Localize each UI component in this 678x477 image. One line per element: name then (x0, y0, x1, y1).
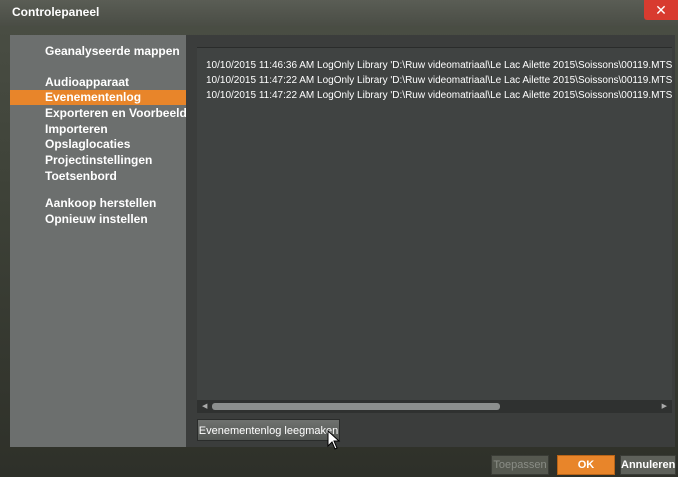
close-icon: ✕ (655, 2, 667, 18)
sidebar-item-evenementenlog[interactable]: Evenementenlog (10, 90, 186, 105)
sidebar-item-importeren[interactable]: Importeren (10, 122, 186, 137)
scroll-left-icon[interactable]: ◀ (202, 402, 207, 410)
title-bar[interactable]: Controlepaneel ✕ (0, 0, 678, 26)
sidebar-item-geanalyseerde-mappen[interactable]: Geanalyseerde mappen (10, 44, 186, 59)
scrollbar-thumb[interactable] (212, 403, 500, 410)
ok-button[interactable]: OK (557, 455, 615, 475)
sidebar-item-exporteren-en-voorbeeld[interactable]: Exporteren en Voorbeeld (10, 106, 187, 121)
cancel-button[interactable]: Annuleren (620, 455, 676, 475)
log-entry[interactable]: 10/10/2015 11:46:36 AM LogOnly Library '… (206, 59, 672, 72)
sidebar-item-opslaglocaties[interactable]: Opslaglocaties (10, 137, 186, 152)
sidebar-item-toetsenbord[interactable]: Toetsenbord (10, 169, 186, 184)
horizontal-scrollbar[interactable]: ◀ ▶ (197, 400, 672, 413)
main-panel: Geanalyseerde mappen Audioapparaat Evene… (10, 35, 675, 447)
sidebar-item-opnieuw-instellen[interactable]: Opnieuw instellen (10, 212, 186, 227)
window-title: Controlepaneel (12, 5, 100, 19)
scroll-right-icon[interactable]: ▶ (662, 402, 667, 410)
clear-log-button[interactable]: Evenementenlog leegmaken (197, 419, 340, 441)
sidebar-item-aankoop-herstellen[interactable]: Aankoop herstellen (10, 196, 186, 211)
apply-button[interactable]: Toepassen (491, 455, 549, 475)
sidebar: Geanalyseerde mappen Audioapparaat Evene… (10, 35, 187, 447)
mouse-cursor-icon (327, 430, 341, 450)
sidebar-item-audioapparaat[interactable]: Audioapparaat (10, 75, 186, 90)
control-panel-window: Controlepaneel ✕ Geanalyseerde mappen Au… (0, 0, 678, 477)
log-entry[interactable]: 10/10/2015 11:47:22 AM LogOnly Library '… (206, 89, 672, 102)
log-entry[interactable]: 10/10/2015 11:47:22 AM LogOnly Library '… (206, 74, 672, 87)
close-button[interactable]: ✕ (644, 0, 678, 20)
sidebar-item-projectinstellingen[interactable]: Projectinstellingen (10, 153, 186, 168)
event-log-list[interactable]: 10/10/2015 11:46:36 AM LogOnly Library '… (197, 47, 672, 413)
